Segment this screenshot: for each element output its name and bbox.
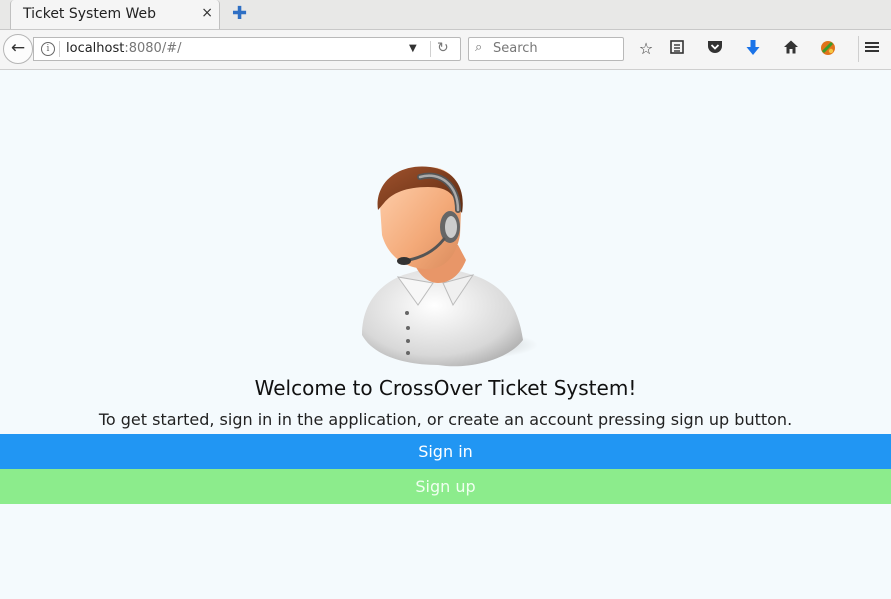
bookmark-star-icon[interactable]: ☆ [636,39,656,59]
home-icon[interactable] [781,39,801,60]
info-icon[interactable]: i [41,42,55,56]
download-icon[interactable] [743,39,763,62]
support-agent-avatar [358,165,538,370]
welcome-subtitle: To get started, sign in in the applicati… [98,410,793,429]
url-bar[interactable]: i localhost:8080/#/ ▼ ↻ [33,37,461,61]
back-button[interactable]: ← [3,34,33,64]
url-separator [59,41,60,57]
tab-title: Ticket System Web [23,6,157,22]
new-tab-icon[interactable]: ✚ [232,4,247,24]
url-path: :8080/#/ [124,41,182,56]
navigation-bar: ← i localhost:8080/#/ ▼ ↻ ⌕ Search ☆ [0,30,891,70]
tab-ticket-system[interactable]: Ticket System Web × [10,0,220,29]
menu-icon[interactable] [862,39,882,60]
url-host: localhost [66,41,125,56]
search-placeholder: Search [493,41,538,56]
back-arrow-icon: ← [10,38,26,58]
close-icon[interactable]: × [201,5,213,21]
extension-icon[interactable] [818,39,838,62]
url-text[interactable]: localhost:8080/#/ [66,41,181,56]
reading-list-icon[interactable] [667,39,687,60]
sign-up-button[interactable]: Sign up [0,469,891,504]
reload-icon[interactable]: ↻ [437,40,449,56]
pocket-icon[interactable] [705,39,725,60]
sign-in-button[interactable]: Sign in [0,434,891,469]
reload-separator [430,41,431,57]
welcome-heading: Welcome to CrossOver Ticket System! [254,376,637,400]
toolbar-separator [858,36,859,62]
dropdown-arrow-icon[interactable]: ▼ [409,43,417,54]
search-icon: ⌕ [475,40,483,55]
search-input[interactable]: ⌕ Search [468,37,624,61]
tab-strip: Ticket System Web × ✚ [0,0,891,30]
